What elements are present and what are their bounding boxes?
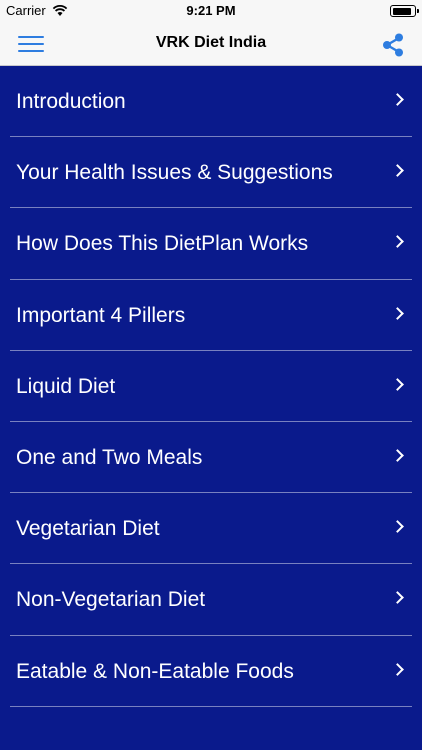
menu-item[interactable]: Liquid Diet — [0, 351, 422, 422]
chevron-right-icon — [391, 164, 404, 178]
battery-icon — [390, 5, 419, 17]
menu-item[interactable]: How Does This DietPlan Works — [0, 208, 422, 280]
menu-item-label: Non-Vegetarian Diet — [16, 588, 206, 612]
status-time: 9:21 PM — [186, 3, 236, 18]
chevron-right-icon — [391, 306, 404, 320]
menu-item[interactable]: Introduction — [0, 66, 422, 138]
menu-list: Introduction Your Health Issues & Suggest… — [0, 66, 422, 707]
chevron-right-icon — [391, 662, 404, 676]
menu-item-label: Eatable & Non-Eatable Foods — [16, 659, 294, 683]
menu-item-label: How Does This DietPlan Works — [16, 232, 309, 256]
menu-item-label: One and Two Meals — [16, 445, 203, 469]
page-title: VRK Diet India — [155, 34, 267, 51]
menu-item-label: Important 4 Pillers — [16, 303, 186, 327]
menu-item[interactable]: One and Two Meals — [0, 422, 422, 494]
menu-item[interactable]: Vegetarian Diet — [0, 493, 422, 565]
menu-item-label: Your Health Issues & Suggestions — [16, 161, 333, 185]
menu-item[interactable]: Eatable & Non-Eatable Foods — [0, 636, 422, 707]
chevron-right-icon — [391, 377, 404, 391]
chevron-right-icon — [391, 235, 404, 249]
share-icon[interactable] — [380, 32, 406, 58]
chevron-right-icon — [391, 93, 404, 106]
battery-level — [392, 7, 411, 15]
row-separator — [10, 705, 412, 707]
menu-item-label: Introduction — [16, 90, 126, 113]
status-bar: Carrier 9:21 PM — [0, 0, 422, 22]
menu-item[interactable]: Important 4 Pillers — [0, 280, 422, 351]
navigation-bar: VRK Diet India — [0, 22, 422, 66]
chevron-right-icon — [391, 520, 404, 533]
chevron-right-icon — [391, 591, 404, 605]
menu-item-label: Liquid Diet — [16, 374, 116, 398]
chevron-right-icon — [391, 449, 404, 462]
menu-item-label: Vegetarian Diet — [16, 517, 160, 541]
menu-item[interactable]: Your Health Issues & Suggestions — [0, 137, 422, 209]
menu-item[interactable]: Non-Vegetarian Diet — [0, 564, 422, 636]
